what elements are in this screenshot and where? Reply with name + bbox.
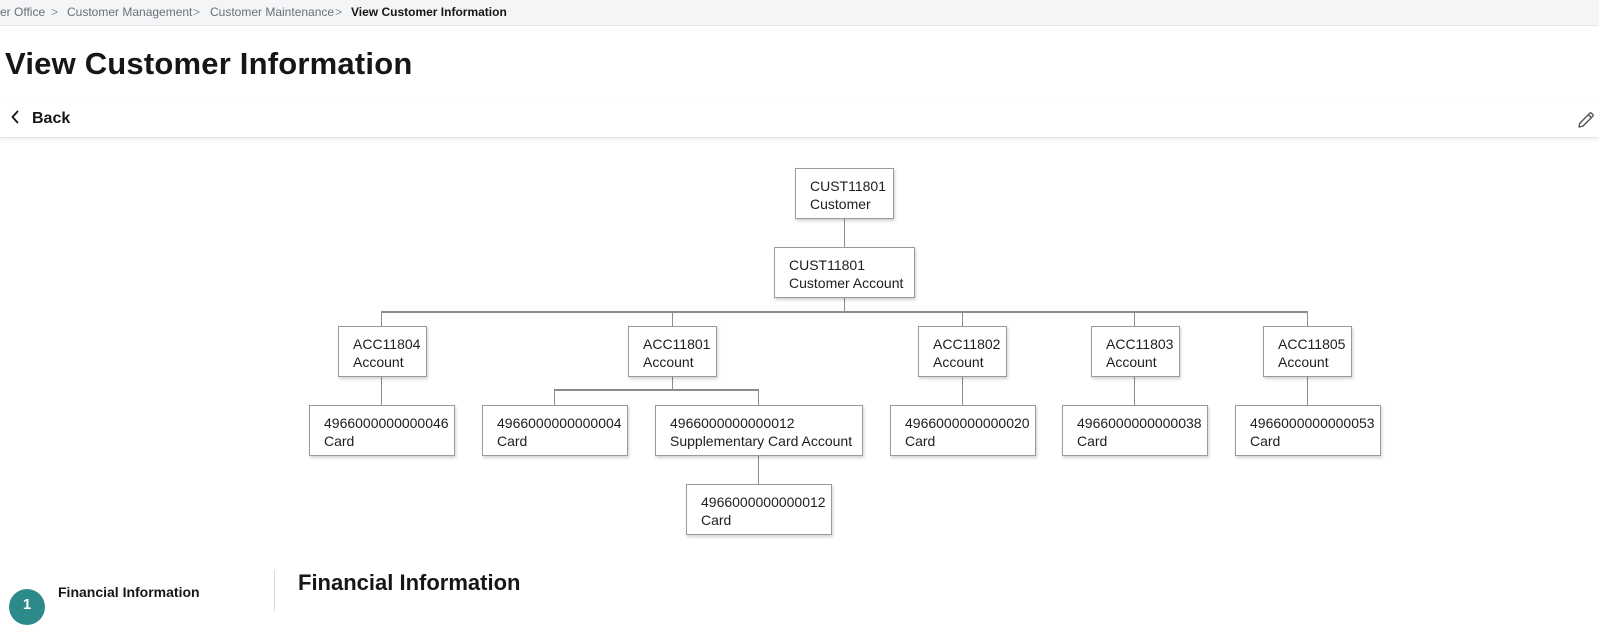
tree-connector (1134, 311, 1135, 326)
tree-node-card[interactable]: 4966000000000046 Card (309, 405, 455, 456)
tree-connector (554, 389, 759, 391)
section-area: 1 Financial Information Financial Inform… (0, 570, 1599, 625)
node-type: Account (643, 354, 694, 370)
node-type: Card (701, 512, 732, 528)
node-id: ACC11802 (933, 336, 1001, 352)
node-type: Customer (810, 196, 871, 212)
breadcrumb-separator: > (335, 5, 343, 19)
chevron-left-icon (10, 110, 20, 129)
tree-node-customer-account[interactable]: CUST11801 Customer Account (774, 247, 915, 298)
tree-node-card[interactable]: 4966000000000012 Card (686, 484, 832, 535)
node-type: Card (1250, 433, 1281, 449)
node-type: Account (1278, 354, 1329, 370)
tree-node-account[interactable]: ACC11801 Account (628, 326, 717, 377)
divider (274, 570, 275, 611)
node-type: Card (324, 433, 355, 449)
step-label-financial-information[interactable]: Financial Information (58, 584, 200, 600)
breadcrumb-separator: > (193, 5, 201, 19)
node-type: Card (497, 433, 528, 449)
tree-connector (758, 389, 759, 405)
breadcrumb: er Office > Customer Management > Custom… (0, 0, 1599, 26)
node-type: Account (353, 354, 404, 370)
breadcrumb-item-back-office[interactable]: er Office (0, 5, 45, 19)
back-button[interactable]: Back (10, 108, 70, 130)
node-type: Supplementary Card Account (670, 433, 853, 449)
tree-connector (672, 311, 673, 326)
tree-node-card[interactable]: 4966000000000020 Card (890, 405, 1036, 456)
breadcrumb-item-current: View Customer Information (351, 5, 507, 19)
node-id: ACC11804 (353, 336, 421, 352)
node-id: 4966000000000020 (905, 415, 1030, 431)
tree-connector (758, 455, 759, 484)
node-type: Account (933, 354, 984, 370)
node-type: Account (1106, 354, 1157, 370)
tree-connector (1134, 376, 1135, 405)
node-id: ACC11805 (1278, 336, 1346, 352)
tree-node-card[interactable]: 4966000000000038 Card (1062, 405, 1208, 456)
tree-connector (1307, 376, 1308, 405)
breadcrumb-item-customer-management[interactable]: Customer Management (67, 5, 192, 19)
node-type: Card (1077, 433, 1108, 449)
tree-connector (1307, 311, 1308, 326)
node-id: 4966000000000004 (497, 415, 622, 431)
step-number-badge[interactable]: 1 (9, 589, 45, 625)
tree-node-customer[interactable]: CUST11801 Customer (795, 168, 894, 219)
tree-node-account[interactable]: ACC11804 Account (338, 326, 427, 377)
breadcrumb-separator: > (51, 5, 59, 19)
tree-node-supplementary-card-account[interactable]: 4966000000000012 Supplementary Card Acco… (655, 405, 863, 456)
tree-connector (381, 311, 1308, 313)
node-id: 4966000000000012 (701, 494, 826, 510)
tree-node-account[interactable]: ACC11805 Account (1263, 326, 1352, 377)
tree-connector (672, 376, 673, 389)
tree-node-card[interactable]: 4966000000000004 Card (482, 405, 628, 456)
tree-connector (381, 311, 382, 326)
breadcrumb-item-customer-maintenance[interactable]: Customer Maintenance (210, 5, 334, 19)
section-title: Financial Information (298, 570, 521, 595)
back-label: Back (32, 110, 71, 127)
page-title: View Customer Information (5, 46, 413, 81)
node-type: Customer Account (789, 275, 904, 291)
tree-node-card[interactable]: 4966000000000053 Card (1235, 405, 1381, 456)
node-id: 4966000000000012 (670, 415, 795, 431)
node-id: CUST11801 (789, 257, 866, 273)
tree-connector (962, 376, 963, 405)
tree-node-account[interactable]: ACC11803 Account (1091, 326, 1180, 377)
customer-hierarchy-tree: CUST11801 Customer CUST11801 Customer Ac… (0, 150, 1599, 550)
tree-node-account[interactable]: ACC11802 Account (918, 326, 1007, 377)
tree-connector (844, 218, 845, 247)
pencil-icon[interactable] (1576, 110, 1596, 130)
node-type: Card (905, 433, 936, 449)
node-id: ACC11803 (1106, 336, 1174, 352)
node-id: 4966000000000038 (1077, 415, 1202, 431)
node-id: 4966000000000053 (1250, 415, 1375, 431)
node-id: CUST11801 (810, 178, 887, 194)
tree-connector (554, 389, 555, 405)
tree-connector (962, 311, 963, 326)
node-id: 4966000000000046 (324, 415, 449, 431)
tree-connector (381, 376, 382, 405)
tree-connector (844, 298, 845, 311)
node-id: ACC11801 (643, 336, 711, 352)
action-bar (0, 100, 1599, 138)
